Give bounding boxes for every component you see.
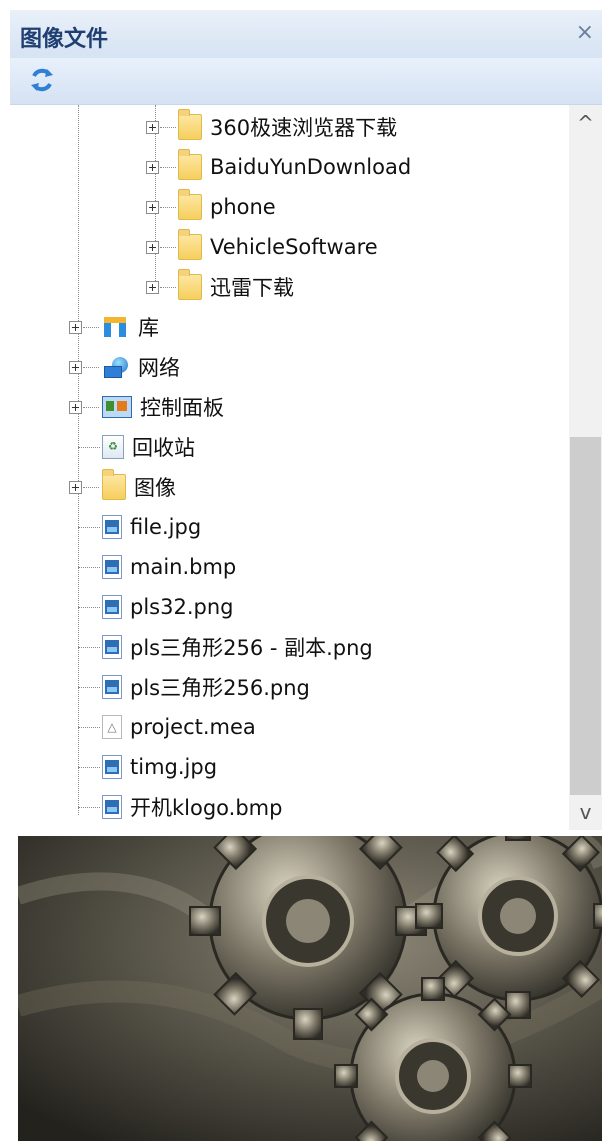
tree-item-label: 控制面板	[140, 396, 224, 420]
image-file-icon	[102, 755, 122, 779]
expand-toggle[interactable]	[146, 121, 159, 134]
expand-toggle[interactable]	[146, 201, 159, 214]
tree-item-vehiclesoftware[interactable]: VehicleSoftware	[178, 229, 378, 265]
refresh-icon[interactable]	[28, 66, 56, 94]
image-file-icon	[102, 555, 122, 579]
tree-item-label: 360极速浏览器下载	[210, 116, 398, 140]
expand-toggle[interactable]	[69, 361, 82, 374]
image-file-icon	[102, 635, 122, 659]
panel-title: 图像文件	[20, 27, 109, 52]
tree-item-360-download[interactable]: 360极速浏览器下载	[178, 109, 397, 145]
tree-line-root	[78, 105, 79, 815]
tree-item-label: BaiduYunDownload	[210, 155, 412, 179]
expand-toggle[interactable]	[146, 281, 159, 294]
tree-connector	[83, 327, 99, 328]
folder-icon	[178, 189, 202, 220]
image-file-icon	[102, 675, 122, 699]
control-panel-icon	[102, 396, 132, 418]
tree-item-label: 迅雷下载	[210, 276, 294, 300]
tree-item-label: VehicleSoftware	[210, 235, 378, 259]
expand-toggle[interactable]	[69, 321, 82, 334]
tree-item-label: 开机klogo.bmp	[130, 796, 283, 820]
tree-scrollbar[interactable]: ^ v	[569, 105, 602, 830]
tree-connector	[78, 607, 100, 608]
tree-connector	[160, 207, 176, 208]
expand-toggle[interactable]	[69, 481, 82, 494]
tree-item-label: 库	[138, 316, 159, 340]
tree-item-label: 回收站	[132, 436, 195, 460]
tree-connector	[78, 807, 100, 808]
tree-item-images[interactable]: 图像	[102, 469, 176, 505]
tree-item-pls32-png[interactable]: pls32.png	[102, 589, 233, 625]
image-files-panel: 图像文件 × 360极速浏览器下载 BaiduYunDownload phone…	[0, 0, 602, 1141]
tree-item-control-panel[interactable]: 控制面板	[102, 389, 224, 425]
expand-toggle[interactable]	[146, 241, 159, 254]
image-file-icon	[102, 595, 122, 619]
tree-connector	[83, 487, 99, 488]
tree-item-timg-jpg[interactable]: timg.jpg	[102, 749, 217, 785]
tree-item-label: 网络	[138, 356, 180, 380]
tree-connector	[160, 287, 176, 288]
tree-item-project-mea[interactable]: △ project.mea	[102, 709, 256, 745]
tree-item-main-bmp[interactable]: main.bmp	[102, 549, 236, 585]
tree-connector	[160, 167, 176, 168]
tree-item-label: main.bmp	[130, 555, 237, 579]
scroll-down-icon[interactable]: v	[569, 794, 602, 830]
tree-item-pls-triangle[interactable]: pls三角形256.png	[102, 669, 310, 705]
tree-item-label: file.jpg	[130, 515, 202, 539]
folder-icon	[178, 269, 202, 300]
tree-item-pls-triangle-copy[interactable]: pls三角形256 - 副本.png	[102, 629, 373, 665]
tree-item-xunlei-download[interactable]: 迅雷下载	[178, 269, 294, 305]
tree-connector	[83, 367, 99, 368]
panel-titlebar: 图像文件 ×	[10, 10, 602, 58]
panel-toolbar	[10, 58, 602, 105]
tree-item-label: project.mea	[130, 715, 256, 739]
tree-connector	[78, 727, 100, 728]
tree-item-network[interactable]: 网络	[102, 349, 180, 385]
tree-connector	[83, 407, 99, 408]
tree-connector	[160, 247, 176, 248]
tree-connector	[78, 767, 100, 768]
tree-item-boot-logo-bmp[interactable]: 开机klogo.bmp	[102, 789, 282, 825]
tree-item-phone[interactable]: phone	[178, 189, 276, 225]
folder-icon	[178, 229, 202, 260]
tree-item-recycle-bin[interactable]: ♻ 回收站	[102, 429, 195, 465]
image-file-icon	[102, 795, 122, 819]
tree-connector	[160, 127, 176, 128]
tree-connector	[78, 527, 100, 528]
image-file-icon	[102, 515, 122, 539]
close-icon[interactable]: ×	[576, 20, 594, 45]
tree-item-label: phone	[210, 195, 276, 219]
tree-item-file-jpg[interactable]: file.jpg	[102, 509, 201, 545]
scroll-up-icon[interactable]: ^	[569, 105, 602, 141]
tree-connector	[78, 647, 100, 648]
tree-item-label: pls三角形256.png	[130, 676, 310, 700]
recycle-bin-icon: ♻	[102, 435, 124, 459]
folder-icon	[102, 469, 126, 500]
gears-preview-image	[18, 836, 602, 1141]
tree-connector	[78, 567, 100, 568]
tree-item-label: timg.jpg	[130, 755, 218, 779]
tree-item-label: pls32.png	[130, 595, 234, 619]
tree-item-label: pls三角形256 - 副本.png	[130, 636, 373, 660]
tree-item-baiduyun[interactable]: BaiduYunDownload	[178, 149, 411, 185]
folder-icon	[178, 149, 202, 180]
mea-file-icon: △	[102, 715, 122, 739]
tree-connector	[78, 687, 100, 688]
network-icon	[102, 355, 130, 379]
folder-icon	[178, 109, 202, 140]
image-preview	[18, 836, 602, 1141]
file-tree[interactable]: 360极速浏览器下载 BaiduYunDownload phone Vehicl…	[18, 105, 568, 830]
library-icon	[102, 315, 130, 339]
expand-toggle[interactable]	[69, 401, 82, 414]
tree-connector	[78, 447, 100, 448]
scroll-thumb[interactable]	[570, 437, 601, 795]
tree-item-label: 图像	[134, 476, 176, 500]
tree-item-library[interactable]: 库	[102, 309, 159, 345]
expand-toggle[interactable]	[146, 161, 159, 174]
